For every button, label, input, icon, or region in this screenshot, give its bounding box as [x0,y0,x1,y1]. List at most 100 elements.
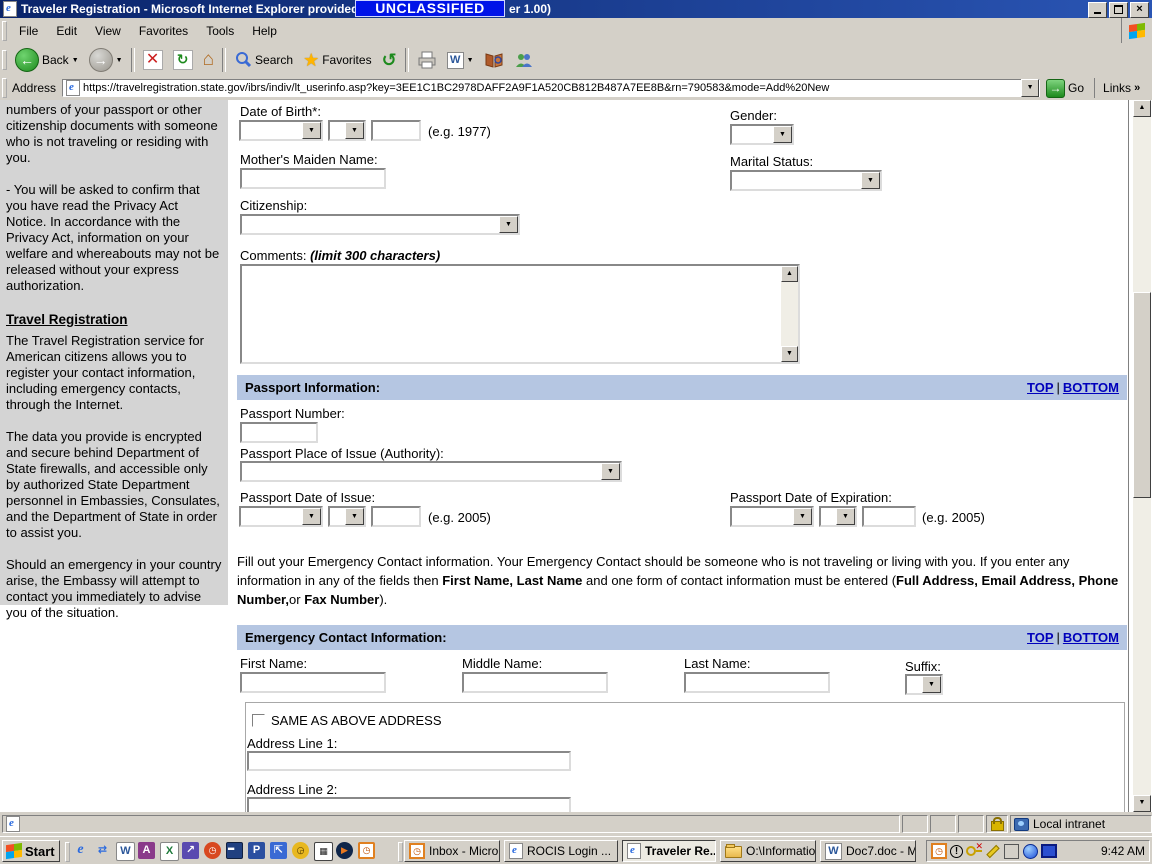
sidebar-paragraph: - You will be asked to confirm that you … [6,182,222,294]
citizenship-select[interactable]: ▼ [240,214,520,235]
menu-grip[interactable] [2,21,7,41]
task-rocis-login[interactable]: e ROCIS Login ... [504,840,618,862]
gender-select[interactable]: ▼ [730,124,794,145]
alarm-clock-icon[interactable]: ◶ [292,842,309,859]
window-icon[interactable]: ▂ [226,842,243,859]
emergency-bottom-link[interactable]: BOTTOM [1063,630,1119,645]
scroll-up-icon[interactable]: ▲ [1133,100,1151,117]
links-toolbar[interactable]: Links » [1094,78,1140,98]
forward-button[interactable]: → ▼ [84,46,128,74]
same-address-checkbox[interactable] [252,714,265,727]
scroll-up-icon[interactable]: ▲ [781,266,798,282]
orange-clock-icon[interactable]: ◷ [931,843,947,859]
menu-favorites[interactable]: Favorites [130,24,197,38]
middle-name-input[interactable] [462,672,608,693]
issue-day-select[interactable]: ▼ [328,506,366,527]
history-button[interactable]: ↺ [377,48,402,73]
toolbar-separator [131,48,135,72]
forward-icon: → [89,48,113,72]
suffix-select[interactable]: ▼ [905,674,943,695]
task-inbox[interactable]: ◷ Inbox - Micro... [404,840,500,862]
issue-month-select[interactable]: ▼ [239,506,323,527]
address-line2-input[interactable] [247,797,571,812]
pencil-icon[interactable] [985,843,1001,859]
monitor-icon[interactable] [1041,843,1057,859]
last-name-input[interactable] [684,672,830,693]
search-button[interactable]: Search [229,49,298,71]
forward-dropdown-icon[interactable]: ▼ [116,57,123,64]
first-name-input[interactable] [240,672,386,693]
messenger-button[interactable] [509,49,539,71]
home-button[interactable]: ⌂ [198,47,219,73]
outlook-express-icon[interactable]: ⇄ [94,842,111,859]
edit-dropdown-icon[interactable]: ▼ [467,57,474,64]
comments-textarea[interactable]: ▲ ▼ [240,264,800,364]
page-scrollbar[interactable]: ▲ ▼ [1133,100,1151,812]
menu-view[interactable]: View [86,24,130,38]
key-icon[interactable]: ✕ [966,843,982,859]
address-grip[interactable] [2,78,7,98]
expiration-month-select[interactable]: ▼ [730,506,814,527]
go-button[interactable]: → Go [1046,79,1084,98]
address-dropdown-icon[interactable]: ▼ [1021,79,1039,97]
menu-tools[interactable]: Tools [197,24,243,38]
exclamation-icon[interactable]: ! [950,845,963,858]
ie-app-icon: e [3,1,17,17]
go-arrow-icon: → [1046,79,1065,98]
dob-month-select[interactable]: ▼ [239,120,323,141]
dob-year-input[interactable] [371,120,421,141]
address-input[interactable]: e https://travelregistration.state.gov/i… [62,79,1040,97]
issue-year-input[interactable] [371,506,421,527]
publisher-icon[interactable]: P [248,842,265,859]
back-button[interactable]: ← Back ▼ [10,46,84,74]
globe-icon[interactable] [1022,843,1038,859]
favorites-button[interactable]: ★ Favorites [298,48,377,73]
task-doc7[interactable]: W Doc7.doc - Mi... [820,840,916,862]
passport-top-link[interactable]: TOP [1027,380,1054,395]
passport-number-input[interactable] [240,422,318,443]
scroll-down-icon[interactable]: ▼ [781,346,798,362]
purple-arrow-icon[interactable]: ↗ [182,842,199,859]
menu-file[interactable]: File [10,24,47,38]
restore-button[interactable] [1109,2,1128,18]
excel-icon[interactable]: X [160,842,179,861]
taskband-grip[interactable] [398,842,403,862]
marital-status-select[interactable]: ▼ [730,170,882,191]
task-traveler-registration[interactable]: e Traveler Re... [622,840,716,862]
scroll-down-icon[interactable]: ▼ [1133,795,1151,812]
red-clock-icon[interactable]: ◷ [204,842,221,859]
expiration-year-input[interactable] [862,506,916,527]
ie-icon[interactable]: e [72,842,89,859]
stop-button[interactable]: ✕ [138,48,168,72]
menu-help[interactable]: Help [243,24,286,38]
emergency-top-link[interactable]: TOP [1027,630,1054,645]
close-button[interactable]: × [1130,2,1149,18]
passport-header-text: Passport Information: [245,380,380,395]
passport-place-select[interactable]: ▼ [240,461,622,482]
start-button[interactable]: Start [2,840,60,862]
research-button[interactable] [479,49,509,71]
comments-scrollbar[interactable]: ▲ ▼ [781,266,798,362]
edit-with-word-button[interactable]: W ▼ [442,50,479,71]
quicklaunch-grip[interactable] [65,842,70,862]
show-desktop-icon[interactable]: ⇱ [270,842,287,859]
minimize-button[interactable] [1088,2,1107,18]
print-button[interactable] [412,49,442,71]
back-dropdown-icon[interactable]: ▼ [72,57,79,64]
notes-icon[interactable]: ▦ [314,842,333,861]
address-line1-input[interactable] [247,751,571,771]
passport-bottom-link[interactable]: BOTTOM [1063,380,1119,395]
toolbar-grip[interactable] [2,50,7,70]
orange-clock-icon[interactable]: ◷ [358,842,375,859]
word-icon[interactable]: W [116,842,135,861]
scrollbar-thumb[interactable] [1133,292,1151,498]
refresh-button[interactable]: ↻ [168,48,198,72]
media-player-icon[interactable]: ▶ [336,842,353,859]
color-grid-icon[interactable] [1004,844,1019,859]
menu-edit[interactable]: Edit [47,24,86,38]
dob-day-select[interactable]: ▼ [328,120,366,141]
task-folder[interactable]: O:\Informatio... [720,840,816,862]
expiration-day-select[interactable]: ▼ [819,506,857,527]
access-icon[interactable]: A [138,842,155,859]
maiden-name-input[interactable] [240,168,386,189]
